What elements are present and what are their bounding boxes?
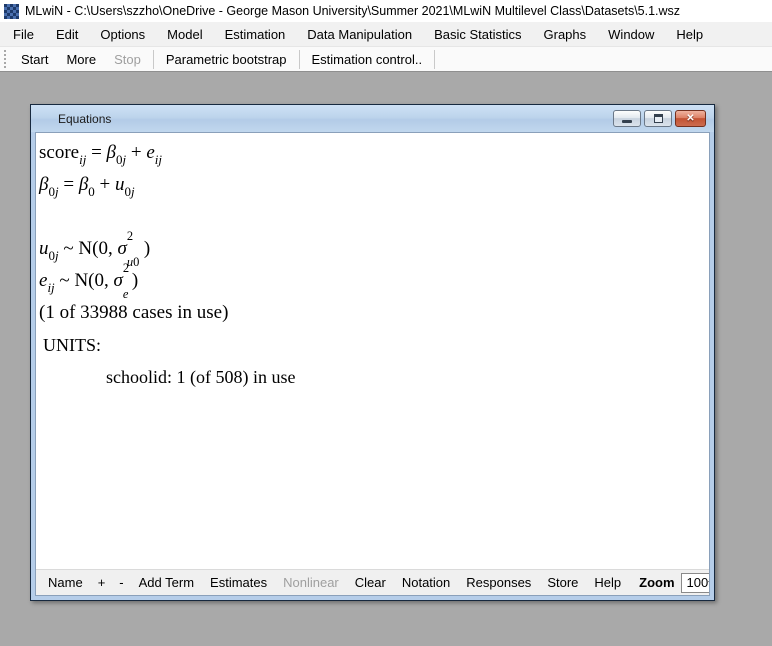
toolbar-grip-handle[interactable] (4, 50, 6, 68)
stop-button: Stop (105, 52, 150, 67)
equation-line-u-dist[interactable]: u0j ~ N(0, σ2u0) (39, 233, 709, 265)
close-icon: ✕ (686, 114, 694, 124)
app-titlebar: MLwiN - C:\Users\szzho\OneDrive - George… (0, 0, 772, 22)
menu-item-graphs[interactable]: Graphs (533, 22, 598, 46)
menu-item-label: Model (167, 27, 202, 42)
subscript: 0 (133, 255, 139, 269)
menu-item-edit[interactable]: Edit (45, 22, 89, 46)
term-u: u (39, 238, 49, 259)
restore-button[interactable] (644, 110, 672, 127)
toolbar-separator (434, 50, 435, 69)
nonlinear-button: Nonlinear (275, 575, 347, 590)
app-title: MLwiN - C:\Users\szzho\OneDrive - George… (25, 4, 680, 18)
estimates-button[interactable]: Estimates (202, 575, 275, 590)
paren: ) (144, 238, 150, 259)
menu-item-label: Options (100, 27, 145, 42)
superscript: 2 (123, 262, 129, 275)
term-u: u (115, 174, 125, 195)
subscript: ij (47, 280, 54, 295)
plus-sign: + (95, 174, 115, 195)
distribution-text: ~ N(0, (59, 238, 118, 259)
term-e: e (146, 142, 154, 163)
restore-icon (654, 114, 663, 123)
zoom-combobox[interactable]: 100 (681, 573, 710, 593)
help-button[interactable]: Help (586, 575, 629, 590)
zoom-value: 100 (687, 575, 709, 590)
estimation-control-button[interactable]: Estimation control.. (303, 52, 432, 67)
equation-line-e-dist[interactable]: eij ~ N(0, σ2e) (39, 265, 709, 297)
subscript: j (131, 184, 135, 199)
equation-line-score[interactable]: scoreij = β0j + eij (39, 137, 709, 169)
equations-window: Equations ✕ scoreij = β0j + eij β0j = β0… (30, 104, 715, 601)
menu-item-help[interactable]: Help (665, 22, 714, 46)
menu-item-label: File (13, 27, 34, 42)
menubar: File Edit Options Model Estimation Data … (0, 22, 772, 47)
menu-item-file[interactable]: File (2, 22, 45, 46)
menu-item-estimation[interactable]: Estimation (214, 22, 297, 46)
chevron-down-icon[interactable] (708, 581, 710, 585)
term-beta0j: β (107, 142, 116, 163)
equals-sign: = (59, 174, 79, 195)
more-button[interactable]: More (57, 52, 105, 67)
menu-item-basic-statistics[interactable]: Basic Statistics (423, 22, 532, 46)
units-detail: schoolid: 1 (of 508) in use (39, 361, 709, 393)
responses-button[interactable]: Responses (458, 575, 539, 590)
minimize-icon (622, 120, 632, 123)
add-term-button[interactable]: Add Term (131, 575, 202, 590)
subscript: ij (155, 152, 162, 167)
name-button[interactable]: Name (40, 575, 91, 590)
units-label: UNITS: (39, 329, 709, 361)
menu-item-label: Estimation (225, 27, 286, 42)
equations-titlebar[interactable]: Equations ✕ (31, 105, 714, 132)
toolbar-separator (153, 50, 154, 69)
menu-item-label: Window (608, 27, 654, 42)
equals-sign: = (86, 142, 106, 163)
zoom-label: Zoom (629, 575, 680, 590)
menu-item-options[interactable]: Options (89, 22, 156, 46)
menu-item-model[interactable]: Model (156, 22, 213, 46)
start-button[interactable]: Start (12, 52, 57, 67)
mlwin-app-icon[interactable] (4, 4, 19, 19)
equations-toolbar: Name + - Add Term Estimates Nonlinear Cl… (36, 569, 709, 595)
equations-inner: scoreij = β0j + eij β0j = β0 + u0j u0j ~… (35, 132, 710, 596)
minimize-button[interactable] (613, 110, 641, 127)
parametric-bootstrap-button[interactable]: Parametric bootstrap (157, 52, 296, 67)
menu-item-data-manipulation[interactable]: Data Manipulation (296, 22, 423, 46)
equation-blank-line (39, 201, 709, 233)
toolbar: Start More Stop Parametric bootstrap Est… (0, 47, 772, 72)
menu-item-label: Help (676, 27, 703, 42)
term-score: score (39, 142, 79, 163)
clear-button[interactable]: Clear (347, 575, 394, 590)
term-sigma-u: σ (117, 238, 126, 259)
superscript: 2 (127, 230, 133, 243)
equations-window-title: Equations (58, 112, 111, 126)
menu-item-window[interactable]: Window (597, 22, 665, 46)
menu-item-label: Data Manipulation (307, 27, 412, 42)
subscript: e (123, 287, 129, 301)
menu-item-label: Edit (56, 27, 78, 42)
menu-item-label: Graphs (544, 27, 587, 42)
close-button[interactable]: ✕ (675, 110, 706, 127)
plus-sign: + (126, 142, 146, 163)
cases-in-use-text: (1 of 33988 cases in use) (39, 297, 709, 329)
paren: ) (132, 270, 138, 291)
distribution-text: ~ N(0, (55, 270, 114, 291)
notation-button[interactable]: Notation (394, 575, 458, 590)
term-beta0: β (79, 174, 88, 195)
term-sigma-e: σ (114, 270, 123, 291)
equation-line-beta[interactable]: β0j = β0 + u0j (39, 169, 709, 201)
equations-content: scoreij = β0j + eij β0j = β0 + u0j u0j ~… (36, 133, 709, 569)
store-button[interactable]: Store (539, 575, 586, 590)
minus-button[interactable]: - (112, 575, 130, 590)
window-controls: ✕ (613, 110, 706, 127)
menu-item-label: Basic Statistics (434, 27, 521, 42)
toolbar-separator (299, 50, 300, 69)
plus-button[interactable]: + (91, 575, 113, 590)
